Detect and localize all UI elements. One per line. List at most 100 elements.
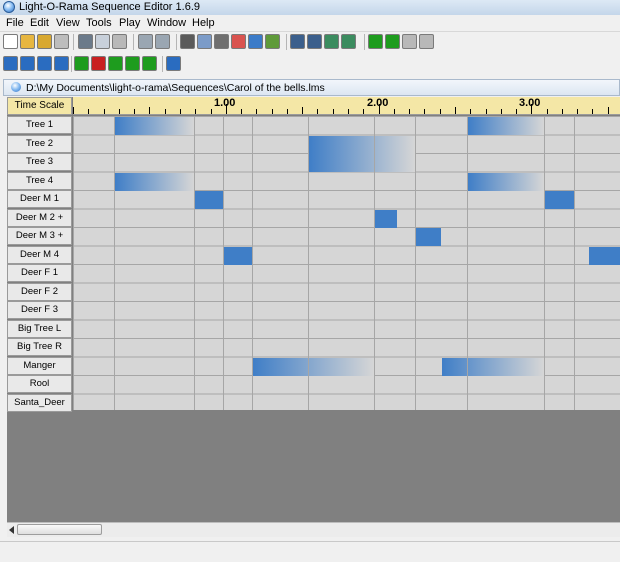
scroll-thumb[interactable] [17, 524, 102, 535]
grid-view-icon[interactable] [214, 34, 229, 49]
toolbar-separator [73, 34, 74, 50]
zoom-marker-icon[interactable] [341, 34, 356, 49]
ruler-label: 3.00 [519, 97, 541, 109]
menu-window[interactable]: Window [147, 15, 186, 31]
zoom-fit-icon[interactable] [324, 34, 339, 49]
settings-icon[interactable] [265, 34, 280, 49]
on-icon[interactable] [74, 56, 89, 71]
undo-icon[interactable] [138, 34, 153, 49]
horizontal-scrollbar[interactable] [7, 522, 620, 537]
toolbar-separator [176, 34, 177, 50]
sequence-icon [11, 82, 21, 92]
eraser-icon[interactable] [197, 34, 212, 49]
event-cell[interactable] [253, 357, 374, 376]
ruler-tick [562, 109, 563, 114]
new-file-icon[interactable] [3, 34, 18, 49]
stop-icon[interactable] [419, 34, 434, 49]
ruler-tick [440, 109, 441, 114]
play-icon[interactable] [368, 34, 383, 49]
ruler-tick [348, 109, 349, 114]
ruler-tick [394, 109, 395, 114]
event-cell[interactable] [545, 191, 574, 209]
ruler-tick [195, 109, 196, 114]
event-cell[interactable] [416, 228, 441, 246]
fade-up-icon[interactable] [125, 56, 140, 71]
menu-file[interactable]: File [6, 15, 24, 31]
channel-label[interactable]: Deer F 3 [7, 301, 72, 319]
paste-icon[interactable] [112, 34, 127, 49]
ruler-tick [363, 109, 364, 114]
menu-help[interactable]: Help [192, 15, 215, 31]
channel-label[interactable]: Tree 4 [7, 171, 72, 190]
event-cell[interactable] [468, 172, 544, 191]
off-icon[interactable] [91, 56, 106, 71]
ruler-tick [409, 109, 410, 114]
channel-label[interactable]: Deer M 1 [7, 190, 72, 208]
pause-icon[interactable] [402, 34, 417, 49]
event-cell[interactable] [468, 117, 544, 135]
channel-label[interactable]: Tree 1 [7, 116, 72, 134]
ruler-tick [256, 109, 257, 114]
menu-view[interactable]: View [56, 15, 80, 31]
color-icon[interactable] [231, 34, 246, 49]
open-folder-icon[interactable] [20, 34, 35, 49]
menu-play[interactable]: Play [119, 15, 140, 31]
event-cell[interactable] [309, 154, 415, 172]
twinkle-icon[interactable] [37, 56, 52, 71]
ruler-tick [470, 109, 471, 114]
event-cell[interactable] [589, 246, 620, 265]
event-cell[interactable] [442, 357, 544, 376]
ruler-tick [149, 107, 150, 114]
channel-label[interactable]: Rool [7, 375, 72, 393]
channel-label[interactable]: Tree 3 [7, 153, 72, 171]
scroll-left-icon[interactable] [9, 526, 14, 534]
grid-column-line [544, 116, 545, 410]
cut-icon[interactable] [78, 34, 93, 49]
toggle-icon[interactable] [54, 56, 69, 71]
menu-tools[interactable]: Tools [86, 15, 112, 31]
event-cell[interactable] [115, 117, 194, 135]
time-ruler[interactable]: 1.00 2.00 3.00 [73, 97, 620, 115]
event-cell[interactable] [375, 209, 397, 228]
channel-label[interactable]: Deer F 2 [7, 282, 72, 301]
save-icon[interactable] [37, 34, 52, 49]
event-grid[interactable] [73, 116, 620, 410]
menu-edit[interactable]: Edit [30, 15, 49, 31]
channel-label[interactable]: Tree 2 [7, 134, 72, 153]
ruler-tick [272, 109, 273, 114]
ruler-tick [547, 109, 548, 114]
channel-label[interactable]: Deer M 2 + [7, 208, 72, 227]
ruler-tick [73, 107, 74, 114]
channel-label[interactable]: Deer F 1 [7, 264, 72, 282]
grid-column-line [308, 116, 309, 410]
ramp-up-icon[interactable] [3, 56, 18, 71]
event-cell[interactable] [115, 172, 194, 191]
channel-label[interactable]: Deer M 3 + [7, 227, 72, 245]
zoom-in-icon[interactable] [290, 34, 305, 49]
channel-properties-icon[interactable] [180, 34, 195, 49]
clock-icon[interactable] [248, 34, 263, 49]
event-cell[interactable] [195, 191, 223, 209]
disabled-icon[interactable] [54, 34, 69, 49]
channel-label[interactable]: Manger [7, 356, 72, 375]
shimmer-icon[interactable] [20, 56, 35, 71]
toolbar-separator [71, 56, 72, 72]
intensity-icon[interactable] [108, 56, 123, 71]
channel-label[interactable]: Deer M 4 [7, 245, 72, 264]
channel-label[interactable]: Santa_Deer [7, 393, 72, 412]
channel-label[interactable]: Big Tree L [7, 319, 72, 338]
play-from-icon[interactable] [385, 34, 400, 49]
ruler-tick [455, 107, 456, 114]
fade-down-icon[interactable] [142, 56, 157, 71]
redo-icon[interactable] [155, 34, 170, 49]
channel-label[interactable]: Big Tree R [7, 338, 72, 356]
zoom-out-icon[interactable] [307, 34, 322, 49]
app-icon [3, 1, 15, 13]
event-cell[interactable] [224, 246, 252, 265]
copy-icon[interactable] [95, 34, 110, 49]
event-cell[interactable] [309, 135, 415, 154]
ruler-tick [180, 109, 181, 114]
ruler-label: 2.00 [367, 97, 389, 109]
help-icon[interactable] [166, 56, 181, 71]
ruler-tick [592, 109, 593, 114]
